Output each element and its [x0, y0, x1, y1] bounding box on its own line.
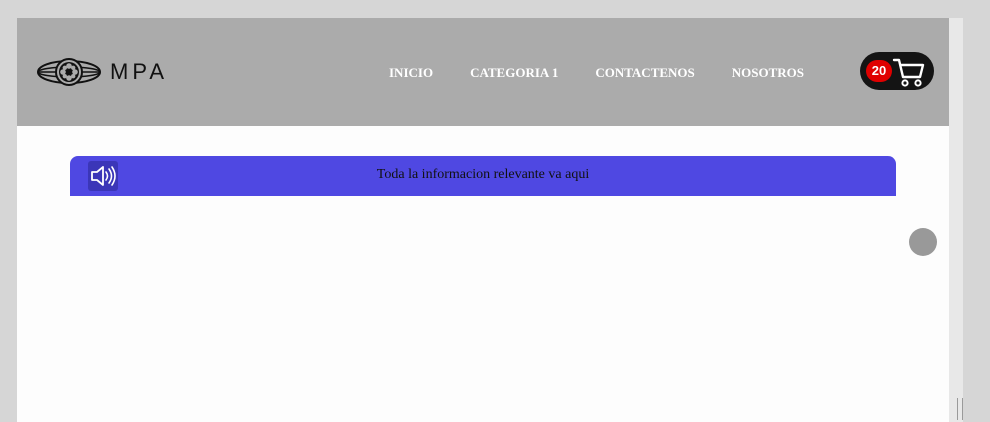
announcement-text: Toda la informacion relevante va aqui — [376, 167, 590, 182]
main-nav: INICIO CATEGORIA 1 CONTACTENOS NOSOTROS — [389, 65, 804, 81]
floating-action-button[interactable] — [909, 228, 937, 256]
scrollbar[interactable] — [949, 18, 963, 422]
nav-link-inicio[interactable]: INICIO — [389, 65, 433, 81]
globe-film-reel-icon — [37, 58, 101, 86]
cart-count-badge: 20 — [866, 60, 892, 82]
nav-link-nosotros[interactable]: NOSOTROS — [732, 65, 804, 81]
nav-link-categoria-1[interactable]: CATEGORIA 1 — [470, 65, 558, 81]
cart-icon — [892, 58, 925, 87]
logo-text: MPA — [110, 59, 169, 84]
resize-grip[interactable] — [957, 398, 963, 420]
announcement-bar: Toda la informacion relevante va aqui — [70, 156, 896, 196]
nav-link-contactenos[interactable]: CONTACTENOS — [595, 65, 694, 81]
logo[interactable]: MPA — [36, 58, 168, 86]
cart-button[interactable]: 20 — [860, 52, 934, 90]
